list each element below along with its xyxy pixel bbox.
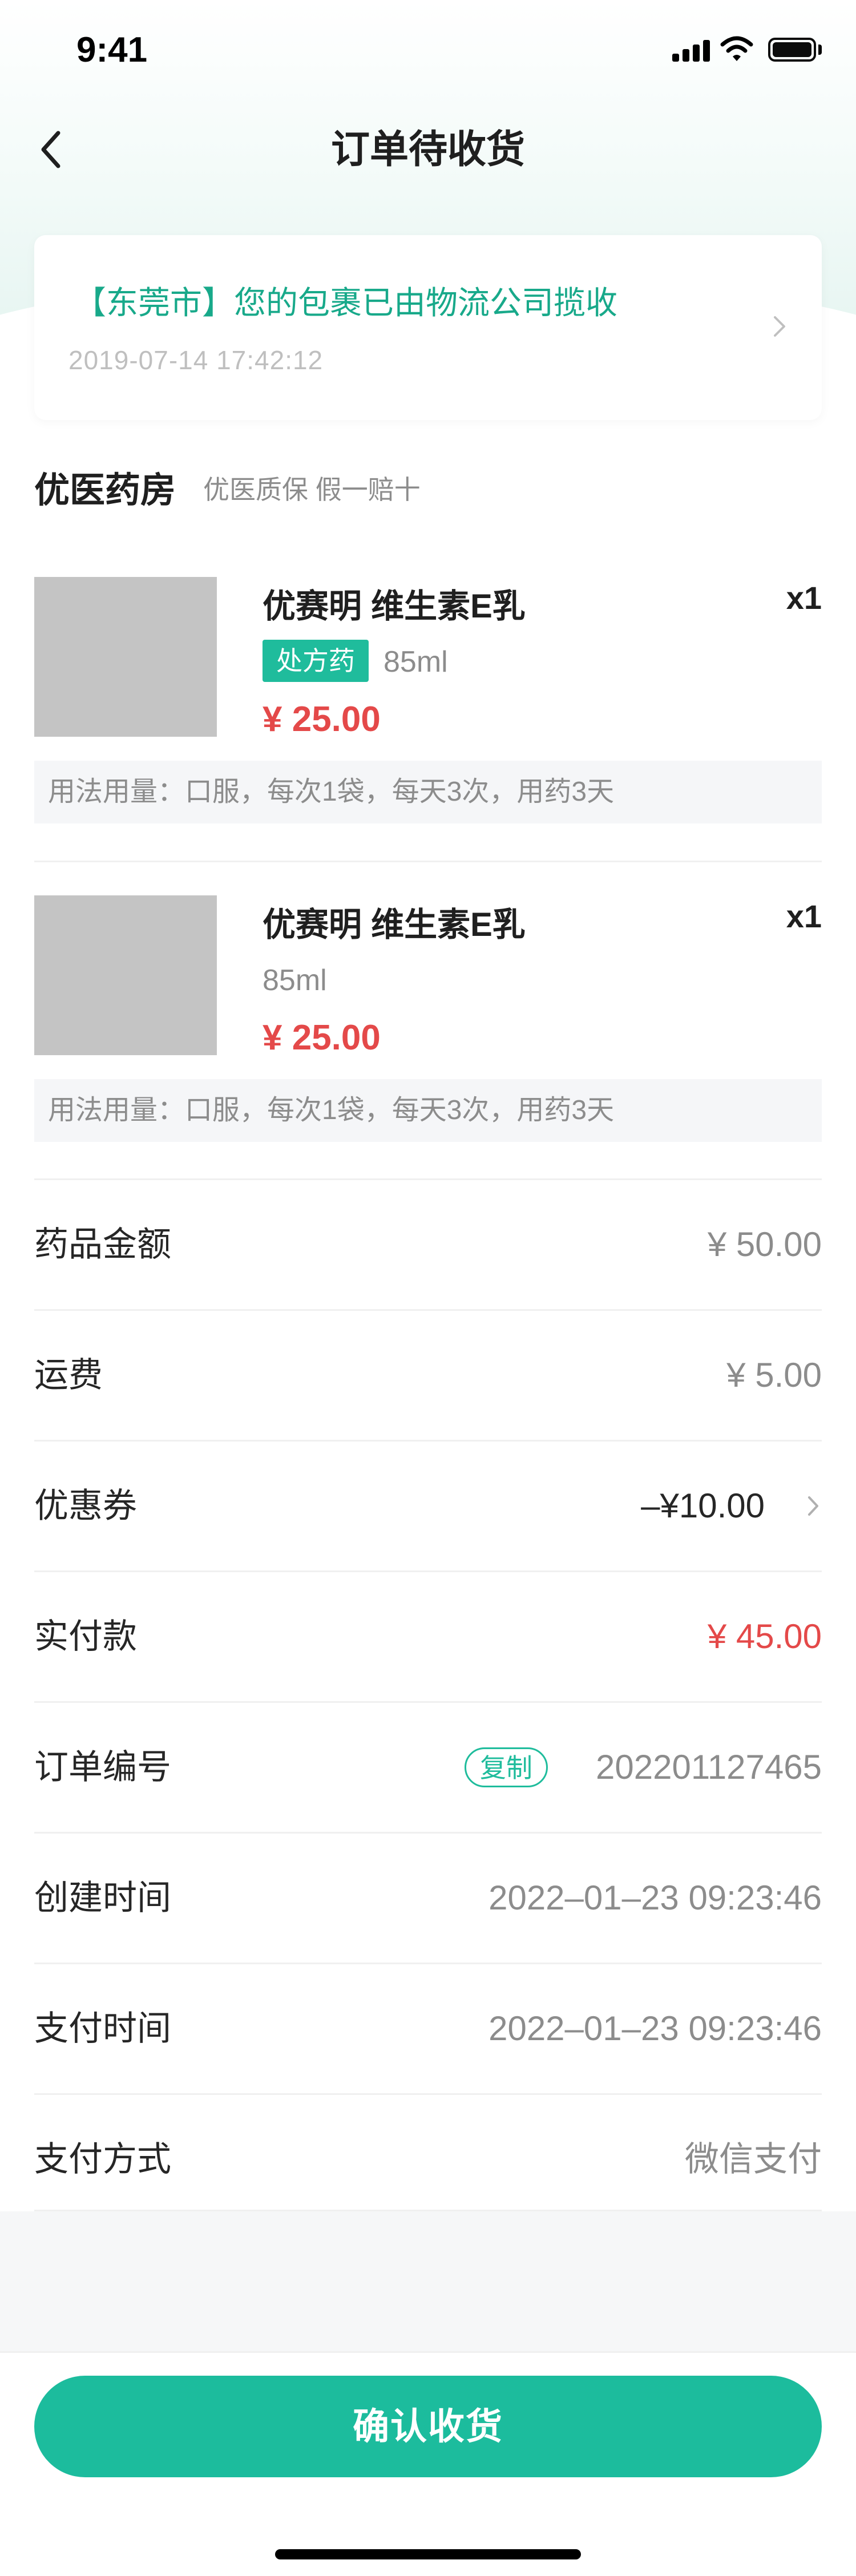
created-time-row: 创建时间 2022–01–23 09:23:46 <box>34 1834 822 1963</box>
shipping-value: ¥ 5.00 <box>726 1356 822 1394</box>
paid-amount-value: ¥ 45.00 <box>707 1617 822 1656</box>
product-image <box>34 895 217 1055</box>
coupon-row[interactable]: 优惠券 –¥10.00 <box>34 1442 822 1570</box>
status-bar: 9:41 <box>0 0 856 97</box>
shipping-label: 运费 <box>34 1356 103 1394</box>
cellular-signal-icon <box>672 40 710 62</box>
order-number-value: 202201127465 <box>596 1748 822 1786</box>
wifi-icon <box>720 36 753 61</box>
product-quantity: x1 <box>786 898 822 934</box>
created-time-label: 创建时间 <box>34 1879 171 1917</box>
product-item[interactable]: 优赛明 维生素E乳 x1 处方药 85ml ¥ 25.00 用法用量：口服，每次… <box>34 545 822 830</box>
confirm-receipt-button[interactable]: 确认收货 <box>34 2376 822 2477</box>
product-quantity: x1 <box>786 580 822 616</box>
product-image <box>34 577 217 737</box>
pay-time-label: 支付时间 <box>34 2009 171 2048</box>
order-number-row: 订单编号 复制 202201127465 <box>34 1703 822 1832</box>
coupon-label: 优惠券 <box>34 1487 137 1525</box>
product-price: ¥ 25.00 <box>263 1018 381 1057</box>
pay-method-value: 微信支付 <box>685 2140 822 2178</box>
product-name: 优赛明 维生素E乳 <box>263 588 526 625</box>
shop-guarantee-tag: 优医质保 假一赔十 <box>203 475 421 504</box>
battery-icon <box>768 38 816 62</box>
usage-instructions: 用法用量：口服，每次1袋，每天3次，用药3天 <box>34 1079 822 1142</box>
logistics-time: 2019-07-14 17:42:12 <box>68 345 324 375</box>
shipping-row: 运费 ¥ 5.00 <box>34 1311 822 1440</box>
chevron-right-icon <box>808 1496 818 1516</box>
drug-amount-label: 药品金额 <box>34 1225 171 1263</box>
status-time: 9:41 <box>76 30 148 70</box>
pay-method-label: 支付方式 <box>34 2140 171 2178</box>
drug-amount-value: ¥ 50.00 <box>707 1225 822 1263</box>
page-title: 订单待收货 <box>330 128 525 171</box>
product-spec: 85ml <box>263 964 327 997</box>
prescription-badge: 处方药 <box>263 640 369 682</box>
coupon-value: –¥10.00 <box>641 1487 765 1525</box>
product-spec: 85ml <box>383 645 448 679</box>
paid-amount-row: 实付款 ¥ 45.00 <box>34 1572 822 1701</box>
created-time-value: 2022–01–23 09:23:46 <box>488 1879 822 1917</box>
pay-time-row: 支付时间 2022–01–23 09:23:46 <box>34 1964 822 2093</box>
order-screen: 9:41 订单待收货 【东莞市】您的包裹已由物流公司揽收 2019-07-14 … <box>0 0 856 2576</box>
paid-amount-label: 实付款 <box>34 1617 137 1656</box>
shop-name: 优医药房 <box>34 471 176 510</box>
chevron-right-icon <box>774 316 785 337</box>
drug-amount-row: 药品金额 ¥ 50.00 <box>34 1180 822 1309</box>
product-item[interactable]: 优赛明 维生素E乳 x1 85ml ¥ 25.00 用法用量：口服，每次1袋，每… <box>34 863 822 1149</box>
usage-instructions: 用法用量：口服，每次1袋，每天3次，用药3天 <box>34 761 822 823</box>
divider <box>34 2210 822 2211</box>
pay-time-value: 2022–01–23 09:23:46 <box>488 2009 822 2048</box>
product-name: 优赛明 维生素E乳 <box>263 906 526 943</box>
logistics-card[interactable]: 【东莞市】您的包裹已由物流公司揽收 2019-07-14 17:42:12 <box>34 235 822 420</box>
order-number-label: 订单编号 <box>34 1748 171 1786</box>
order-details: 优赛明 维生素E乳 x1 处方药 85ml ¥ 25.00 用法用量：口服，每次… <box>0 545 856 2211</box>
copy-button[interactable]: 复制 <box>465 1747 548 1787</box>
battery-cap-icon <box>818 45 822 55</box>
product-price: ¥ 25.00 <box>263 700 381 739</box>
logistics-message: 【东莞市】您的包裹已由物流公司揽收 <box>74 285 617 321</box>
home-indicator <box>275 2549 581 2559</box>
pay-method-row: 支付方式 微信支付 <box>34 2095 822 2224</box>
divider <box>34 861 822 862</box>
bottom-bar: 确认收货 <box>0 2351 856 2576</box>
